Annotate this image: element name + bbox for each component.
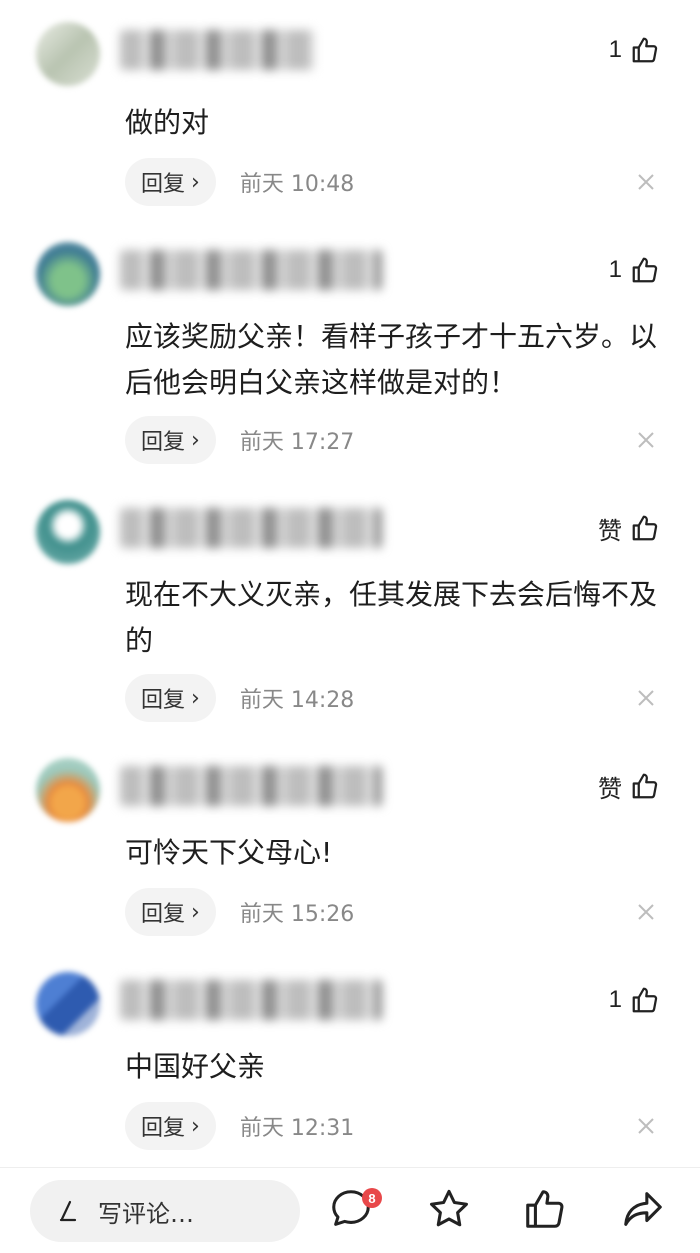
pen-icon — [59, 1200, 77, 1222]
reply-label: 回复 — [141, 430, 186, 455]
comment-meta: 回复 › 前天 15:26 — [125, 888, 660, 936]
comment-text: 中国好父亲 — [125, 1050, 266, 1083]
close-icon[interactable] — [632, 168, 660, 196]
comment-meta: 回复 › 前天 14:28 — [125, 674, 660, 722]
chevron-right-icon: › — [191, 169, 200, 195]
comment-text: 应该奖励父亲！看样子孩子才十五六岁。以后他会明白父亲这样做是对的！ — [125, 320, 658, 399]
avatar[interactable] — [36, 22, 100, 86]
star-icon[interactable] — [426, 1186, 472, 1232]
like-control[interactable]: 1 — [609, 32, 660, 68]
avatar[interactable] — [36, 242, 100, 306]
write-comment-placeholder: 写评论… — [98, 1199, 194, 1228]
comment-text: 做的对 — [125, 106, 210, 139]
reply-button[interactable]: 回复 › — [125, 888, 216, 936]
comment-meta: 回复 › 前天 10:48 — [125, 158, 660, 206]
thumbs-up-icon — [632, 515, 658, 541]
comment-time: 前天 15:26 — [239, 902, 355, 927]
like-control[interactable]: 1 — [609, 252, 660, 288]
thumbs-up-icon — [632, 37, 658, 63]
comment-meta: 回复 › 前天 12:31 — [125, 1102, 660, 1150]
bottom-action-bar: 写评论… — [0, 1167, 700, 1253]
chevron-right-icon: › — [191, 685, 200, 711]
like-control[interactable]: 赞 — [598, 768, 660, 804]
like-control[interactable]: 1 — [609, 982, 660, 1018]
reply-label: 回复 — [141, 1116, 186, 1141]
comment-text: 现在不大义灭亲，任其发展下去会后悔不及的 — [125, 578, 658, 657]
reply-label: 回复 — [141, 172, 186, 197]
reply-button[interactable]: 回复 › — [125, 674, 216, 722]
like-count: 1 — [608, 256, 622, 283]
like-count: 1 — [608, 986, 622, 1013]
close-icon[interactable] — [632, 684, 660, 712]
close-icon[interactable] — [632, 898, 660, 926]
comment-time: 前天 12:31 — [239, 1116, 355, 1141]
username-blurred[interactable] — [120, 766, 382, 806]
like-count: 1 — [608, 36, 622, 63]
reply-label: 回复 — [141, 902, 186, 927]
thumbs-up-icon — [632, 987, 658, 1013]
avatar[interactable] — [36, 758, 100, 822]
chevron-right-icon: › — [191, 1113, 200, 1139]
comment-meta: 回复 › 前天 17:27 — [125, 416, 660, 464]
close-icon[interactable] — [632, 1112, 660, 1140]
write-comment-input[interactable]: 写评论… — [30, 1180, 300, 1242]
reply-button[interactable]: 回复 › — [125, 1102, 216, 1150]
avatar[interactable] — [36, 972, 100, 1036]
reply-button[interactable]: 回复 › — [125, 416, 216, 464]
thumbs-up-icon — [632, 257, 658, 283]
chevron-right-icon: › — [191, 427, 200, 453]
comment-count-badge: 8 — [362, 1188, 382, 1208]
like-label: 赞 — [598, 775, 622, 803]
username-blurred[interactable] — [120, 250, 382, 290]
close-icon[interactable] — [632, 426, 660, 454]
username-blurred[interactable] — [120, 980, 382, 1020]
like-control[interactable]: 赞 — [598, 510, 660, 546]
reply-button[interactable]: 回复 › — [125, 158, 216, 206]
username-blurred[interactable] — [120, 508, 382, 548]
comment-text: 可怜天下父母心! — [125, 836, 333, 869]
like-label: 赞 — [598, 517, 622, 545]
chevron-right-icon: › — [191, 899, 200, 925]
share-icon[interactable] — [620, 1186, 666, 1232]
comment-time: 前天 10:48 — [239, 172, 355, 197]
thumbs-up-icon[interactable] — [522, 1186, 568, 1232]
comment-time: 前天 14:28 — [239, 688, 355, 713]
avatar[interactable] — [36, 500, 100, 564]
reply-label: 回复 — [141, 688, 186, 713]
username-blurred[interactable] — [120, 30, 315, 70]
thumbs-up-icon — [632, 773, 658, 799]
comment-time: 前天 17:27 — [239, 430, 355, 455]
